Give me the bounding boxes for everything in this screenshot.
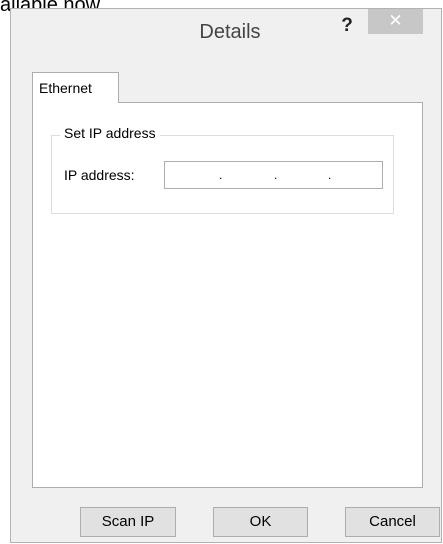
- ip-address-label: IP address:: [64, 167, 135, 183]
- title-bar[interactable]: Details ? ✕: [11, 9, 441, 51]
- ip-address-input[interactable]: . . .: [164, 161, 383, 189]
- cancel-button[interactable]: Cancel: [345, 507, 440, 537]
- ip-separator: .: [274, 168, 278, 182]
- details-dialog: Details ? ✕ Ethernet Set IP address IP a…: [10, 8, 442, 543]
- ethernet-tab-panel: Set IP address IP address: . . .: [32, 102, 423, 488]
- tab-ethernet[interactable]: Ethernet: [32, 72, 119, 103]
- scan-ip-button[interactable]: Scan IP: [80, 507, 176, 537]
- close-button[interactable]: ✕: [368, 9, 423, 34]
- ok-button[interactable]: OK: [213, 507, 308, 537]
- ip-separator: .: [219, 168, 223, 182]
- set-ip-address-group: Set IP address IP address: . . .: [51, 125, 394, 214]
- group-title: Set IP address: [60, 125, 160, 141]
- help-button[interactable]: ?: [334, 13, 360, 41]
- close-icon: ✕: [388, 11, 403, 30]
- ip-separator: .: [328, 168, 332, 182]
